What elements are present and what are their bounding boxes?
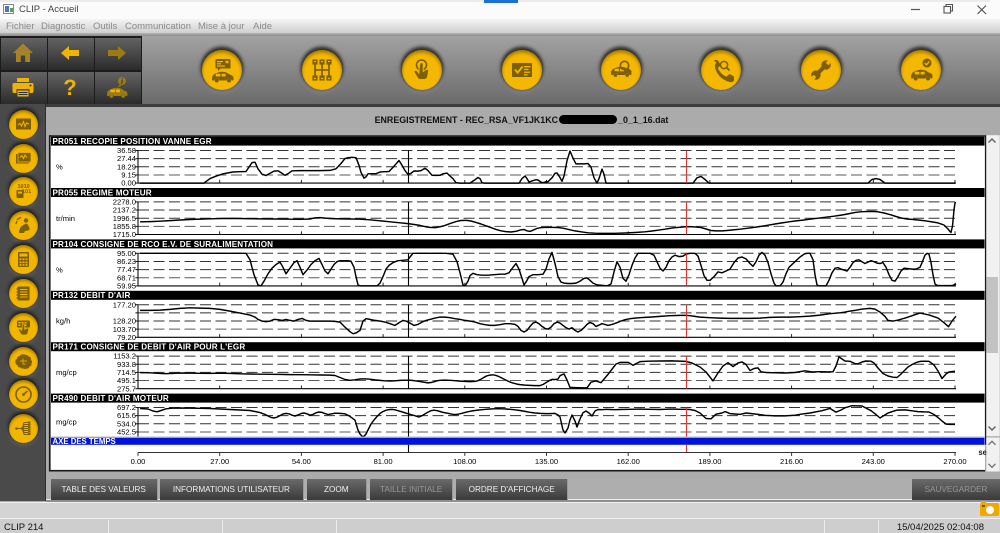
svg-text:54.00: 54.00 <box>292 457 311 466</box>
svg-text:135.00: 135.00 <box>535 457 558 466</box>
svg-text:%: % <box>56 265 63 274</box>
svg-text:0.00: 0.00 <box>121 179 136 188</box>
svg-text:243.00: 243.00 <box>862 457 885 466</box>
svg-text:se: se <box>978 448 987 457</box>
svg-text:270.00: 270.00 <box>943 457 966 466</box>
svg-text:59.95: 59.95 <box>117 282 136 291</box>
svg-text:PR132 DEBIT D'AIR: PR132 DEBIT D'AIR <box>53 291 131 300</box>
svg-text:AXE DES TEMPS: AXE DES TEMPS <box>53 437 116 446</box>
svg-text:108.00: 108.00 <box>453 457 476 466</box>
svg-text:177.20: 177.20 <box>113 300 136 309</box>
svg-text:mg/cp: mg/cp <box>56 368 77 377</box>
svg-text:PR055 REGIME MOTEUR: PR055 REGIME MOTEUR <box>53 188 152 197</box>
svg-text:PR104 CONSIGNE DE RCO E.V. DE: PR104 CONSIGNE DE RCO E.V. DE SURALIMENT… <box>53 240 274 249</box>
svg-text:27.00: 27.00 <box>210 457 229 466</box>
svg-text:216.00: 216.00 <box>780 457 803 466</box>
svg-text:PR051 RECOPIE POSITION VANNE: PR051 RECOPIE POSITION VANNE EGR <box>53 137 212 146</box>
svg-text:275.7: 275.7 <box>117 384 136 393</box>
svg-text:PR490 DEBIT D'AIR MOTEUR: PR490 DEBIT D'AIR MOTEUR <box>53 394 169 403</box>
svg-text:tr/min: tr/min <box>56 214 75 223</box>
svg-text:452.5: 452.5 <box>117 428 136 437</box>
svg-text:%: % <box>56 163 63 172</box>
svg-text:mg/cp: mg/cp <box>56 418 77 427</box>
svg-text:79.20: 79.20 <box>117 333 136 342</box>
svg-text:kg/h: kg/h <box>56 317 70 326</box>
svg-text:162.00: 162.00 <box>617 457 640 466</box>
svg-text:81.00: 81.00 <box>374 457 393 466</box>
svg-text:189.00: 189.00 <box>698 457 721 466</box>
svg-text:0.00: 0.00 <box>131 457 146 466</box>
svg-text:PR171 CONSIGNE DE DEBIT D'AIR: PR171 CONSIGNE DE DEBIT D'AIR POUR L'EGR <box>53 343 246 352</box>
svg-text:1715.0: 1715.0 <box>113 230 136 239</box>
